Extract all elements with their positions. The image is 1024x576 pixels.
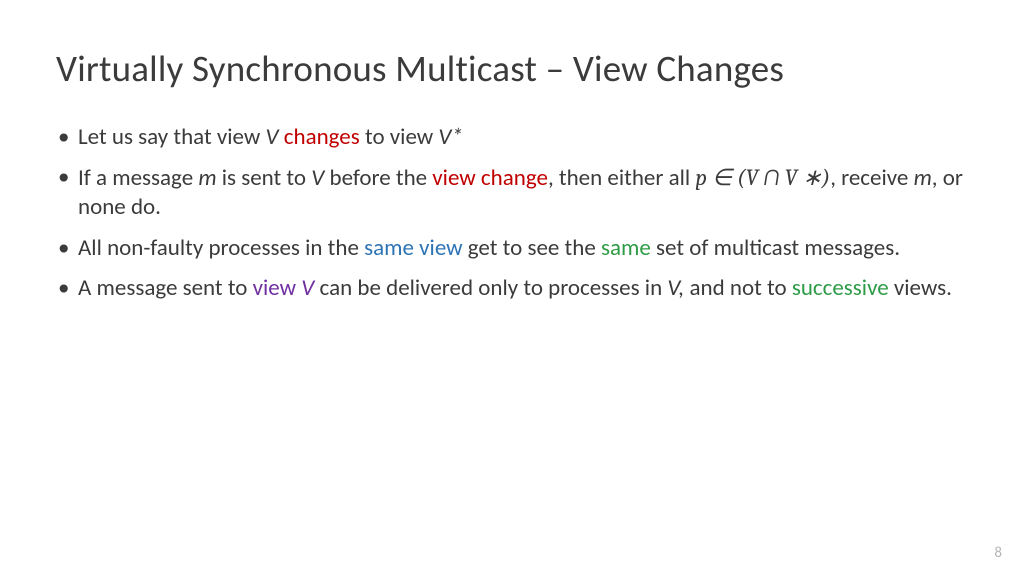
- text: and not to: [684, 274, 792, 302]
- text: If a message: [78, 164, 198, 192]
- text: get to see the: [463, 234, 601, 262]
- bullet-1: Let us say that view V changes to view V…: [56, 123, 968, 152]
- text: can be delivered only to processes in: [314, 274, 667, 302]
- var-vstar: V*: [438, 123, 463, 151]
- word-changes: changes: [284, 123, 360, 151]
- page-number: 8: [994, 544, 1002, 562]
- bullet-4: A message sent to view V can be delivere…: [56, 274, 968, 303]
- var-m: m: [198, 164, 216, 192]
- text: view: [253, 274, 302, 302]
- text: is sent to: [217, 164, 312, 192]
- text: , receive: [830, 164, 913, 192]
- var-v: V: [311, 164, 324, 192]
- math-expr: p ∈ (V ∩ V ∗): [695, 164, 830, 191]
- slide: Virtually Synchronous Multicast – View C…: [0, 0, 1024, 576]
- text: set of multicast messages.: [651, 234, 900, 262]
- word-view-v: view V: [253, 274, 315, 302]
- bullet-list: Let us say that view V changes to view V…: [56, 123, 968, 304]
- text: , then either all: [548, 164, 695, 192]
- var-v: V: [301, 274, 314, 302]
- var-m: m: [914, 164, 932, 192]
- bullet-2: If a message m is sent to V before the v…: [56, 163, 968, 223]
- text: before the: [324, 164, 432, 192]
- word-successive: successive: [792, 274, 889, 302]
- var-v: V: [266, 123, 284, 151]
- word-view-change: view change: [432, 164, 548, 192]
- text: Let us say that view: [78, 123, 266, 151]
- slide-title: Virtually Synchronous Multicast – View C…: [56, 48, 968, 91]
- text: views.: [889, 274, 952, 302]
- text: All non-faulty processes in the: [78, 234, 364, 262]
- text: A message sent to: [78, 274, 253, 302]
- word-same: same: [601, 234, 651, 262]
- word-same-view: same view: [364, 234, 462, 262]
- bullet-3: All non-faulty processes in the same vie…: [56, 234, 968, 263]
- var-v: V,: [667, 274, 684, 302]
- text: to view: [360, 123, 439, 151]
